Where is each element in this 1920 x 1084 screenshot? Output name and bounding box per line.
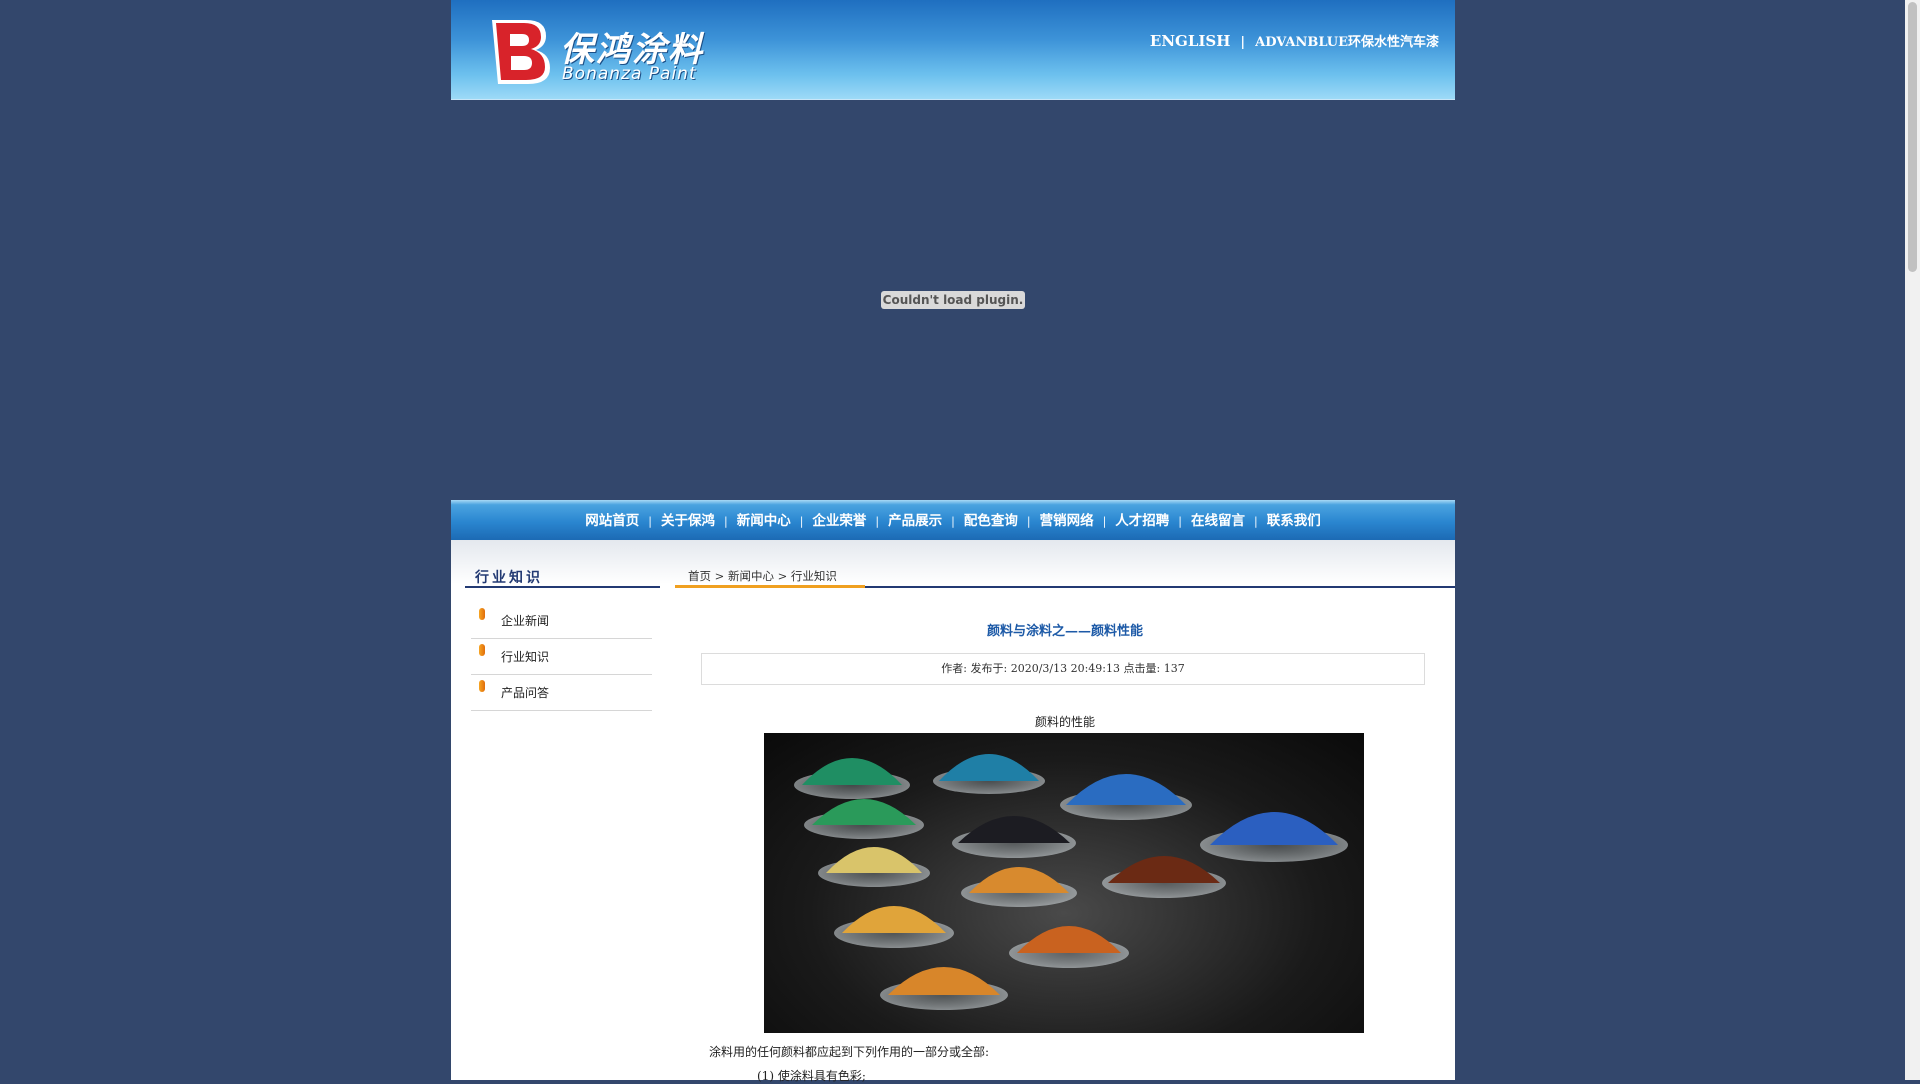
page-container: 保鸿涂料 Bonanza Paint ENGLISH | ADVANBLUE环保水性… bbox=[451, 0, 1455, 1083]
english-link[interactable]: ENGLISH bbox=[1150, 32, 1231, 50]
sidebar-item-product-qa[interactable]: 产品问答 bbox=[471, 676, 652, 711]
article-paragraph-1: 涂料用的任何颜料都应起到下列作用的一部分或全部: bbox=[709, 1045, 990, 1059]
content-area: 行业知识 企业新闻 行业知识 产品问答 首页 > 新闻中心 > 行业知识 颜料与… bbox=[451, 540, 1455, 1083]
nav-honors[interactable]: 企业荣誉 bbox=[812, 513, 866, 529]
logo-english-text: Bonanza Paint bbox=[562, 64, 697, 84]
nav-home[interactable]: 网站首页 bbox=[585, 513, 639, 529]
sidebar-item-company-news[interactable]: 企业新闻 bbox=[471, 604, 652, 639]
nav-separator: | bbox=[1178, 515, 1183, 528]
advanblue-link[interactable]: ADVANBLUE环保水性汽车漆 bbox=[1255, 35, 1439, 50]
pigment-photo bbox=[764, 733, 1364, 1033]
article-title: 颜料与涂料之——颜料性能 bbox=[986, 624, 1143, 639]
nav-separator: | bbox=[1102, 515, 1107, 528]
nav-separator: | bbox=[1254, 515, 1258, 528]
sidebar-list: 企业新闻 行业知识 产品问答 bbox=[471, 604, 652, 712]
plugin-error-message: Couldn't load plugin. bbox=[881, 291, 1025, 309]
sidebar-title: 行业知识 bbox=[465, 567, 660, 588]
pigment-piles-image bbox=[794, 754, 1348, 1010]
main-nav: 网站首页 | 关于保鸿 | 新闻中心 | 企业荣誉 | 产品展示 | 配色查询 | 营销网络 | 人才招聘 |… bbox=[451, 500, 1455, 540]
nav-separator: | bbox=[951, 515, 955, 528]
nav-news[interactable]: 新闻中心 bbox=[737, 513, 791, 529]
logo-b-icon bbox=[492, 20, 550, 84]
orange-bullet-icon bbox=[479, 680, 485, 692]
sidebar-title-text: 行业知识 bbox=[475, 570, 543, 586]
sidebar-item-industry-knowledge[interactable]: 行业知识 bbox=[471, 640, 652, 675]
sidebar-item-label: 产品问答 bbox=[501, 686, 550, 700]
top-links-separator: | bbox=[1240, 35, 1246, 50]
scrollbar-thumb[interactable] bbox=[1908, 2, 1917, 272]
nav-message[interactable]: 在线留言 bbox=[1191, 513, 1245, 529]
breadcrumb-underline bbox=[675, 585, 865, 588]
article-paragraph-2: (1) 使涂料具有色彩; bbox=[757, 1069, 866, 1083]
sidebar-item-label: 企业新闻 bbox=[501, 614, 550, 628]
nav-separator: | bbox=[648, 515, 652, 528]
orange-bullet-icon bbox=[479, 608, 485, 620]
nav-separator: | bbox=[723, 515, 728, 528]
nav-separator: | bbox=[875, 515, 880, 528]
vertical-scrollbar[interactable] bbox=[1905, 0, 1920, 1080]
nav-about[interactable]: 关于保鸿 bbox=[661, 513, 715, 529]
nav-careers[interactable]: 人才招聘 bbox=[1115, 513, 1169, 529]
site-logo[interactable]: 保鸿涂料 Bonanza Paint bbox=[484, 14, 714, 86]
nav-color-query[interactable]: 配色查询 bbox=[964, 513, 1018, 529]
sidebar-item-label: 行业知识 bbox=[501, 650, 550, 664]
nav-contact[interactable]: 联系我们 bbox=[1267, 513, 1321, 529]
nav-separator: | bbox=[799, 515, 804, 528]
nav-separator: | bbox=[1026, 515, 1031, 528]
flash-plugin-area: Couldn't load plugin. bbox=[451, 100, 1455, 500]
article-meta: 作者: 发布于: 2020/3/13 20:49:13 点击量: 137 bbox=[701, 653, 1425, 685]
nav-products[interactable]: 产品展示 bbox=[888, 513, 942, 529]
orange-bullet-icon bbox=[479, 644, 485, 656]
top-links: ENGLISH | ADVANBLUE环保水性汽车漆 bbox=[1150, 31, 1439, 50]
site-header: 保鸿涂料 Bonanza Paint ENGLISH | ADVANBLUE环保水性… bbox=[451, 0, 1455, 100]
nav-sales-network[interactable]: 营销网络 bbox=[1040, 513, 1094, 529]
breadcrumb[interactable]: 首页 > 新闻中心 > 行业知识 bbox=[688, 568, 837, 584]
image-caption: 颜料的性能 bbox=[1034, 715, 1095, 729]
